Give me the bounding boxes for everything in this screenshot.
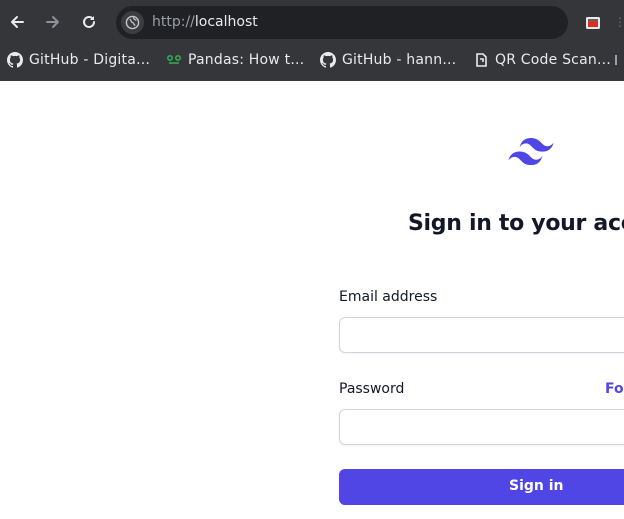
sign-in-label: Sign in <box>509 478 564 494</box>
bookmark-pandas[interactable]: Pandas: How t… <box>166 48 304 72</box>
address-bar[interactable]: http://localhost <box>116 6 568 39</box>
arrow-left-icon <box>11 16 24 28</box>
qr-site-icon <box>476 53 487 67</box>
site-icon <box>166 54 182 64</box>
forward-button[interactable] <box>39 8 67 36</box>
bookmark-qr-code[interactable]: QR Code Scan… <box>473 48 611 72</box>
url-host: localhost <box>194 14 258 30</box>
page-content: Sign in to your account Email address Pa… <box>0 81 624 519</box>
extension-icon <box>586 17 600 29</box>
sign-in-button[interactable]: Sign in <box>339 469 624 505</box>
bookmarks-bar: GitHub - Digita… Pandas: How t… GitHub -… <box>0 46 624 74</box>
github-icon <box>7 52 23 68</box>
bookmark-label: Pandas: How t… <box>188 52 305 68</box>
bookmark-label: GitHub - hann… <box>342 52 457 68</box>
bookmark-github-digital[interactable]: GitHub - Digita… <box>7 48 150 72</box>
reload-button[interactable] <box>75 8 103 36</box>
page-title: Sign in to your account <box>408 211 624 236</box>
github-icon <box>320 52 336 68</box>
reload-icon <box>83 15 95 28</box>
forgot-password-link[interactable]: Forgot password? <box>605 381 624 397</box>
bookmark-label: QR Code Scan… <box>495 52 612 68</box>
browser-chrome: http://localhost ⋮ GitHub - Digita… Pand… <box>0 0 624 81</box>
back-button[interactable] <box>3 8 31 36</box>
menu-button[interactable]: ⋮ <box>614 15 624 31</box>
site-info-button[interactable] <box>121 11 144 34</box>
tailwind-logo-icon <box>508 138 554 165</box>
url-text[interactable]: http://localhost <box>152 14 258 30</box>
extension-button[interactable] <box>583 13 603 33</box>
email-label: Email address <box>339 289 438 305</box>
bookmark-label: GitHub - Digita… <box>29 52 151 68</box>
bookmarks-overflow[interactable] <box>615 55 617 65</box>
email-field[interactable] <box>339 317 624 353</box>
url-scheme: http:// <box>152 14 195 30</box>
bookmark-github-hann[interactable]: GitHub - hann… <box>320 48 456 72</box>
password-label: Password <box>339 381 405 397</box>
arrow-right-icon <box>46 16 59 28</box>
globe-icon <box>125 15 140 30</box>
password-field[interactable] <box>339 409 624 445</box>
